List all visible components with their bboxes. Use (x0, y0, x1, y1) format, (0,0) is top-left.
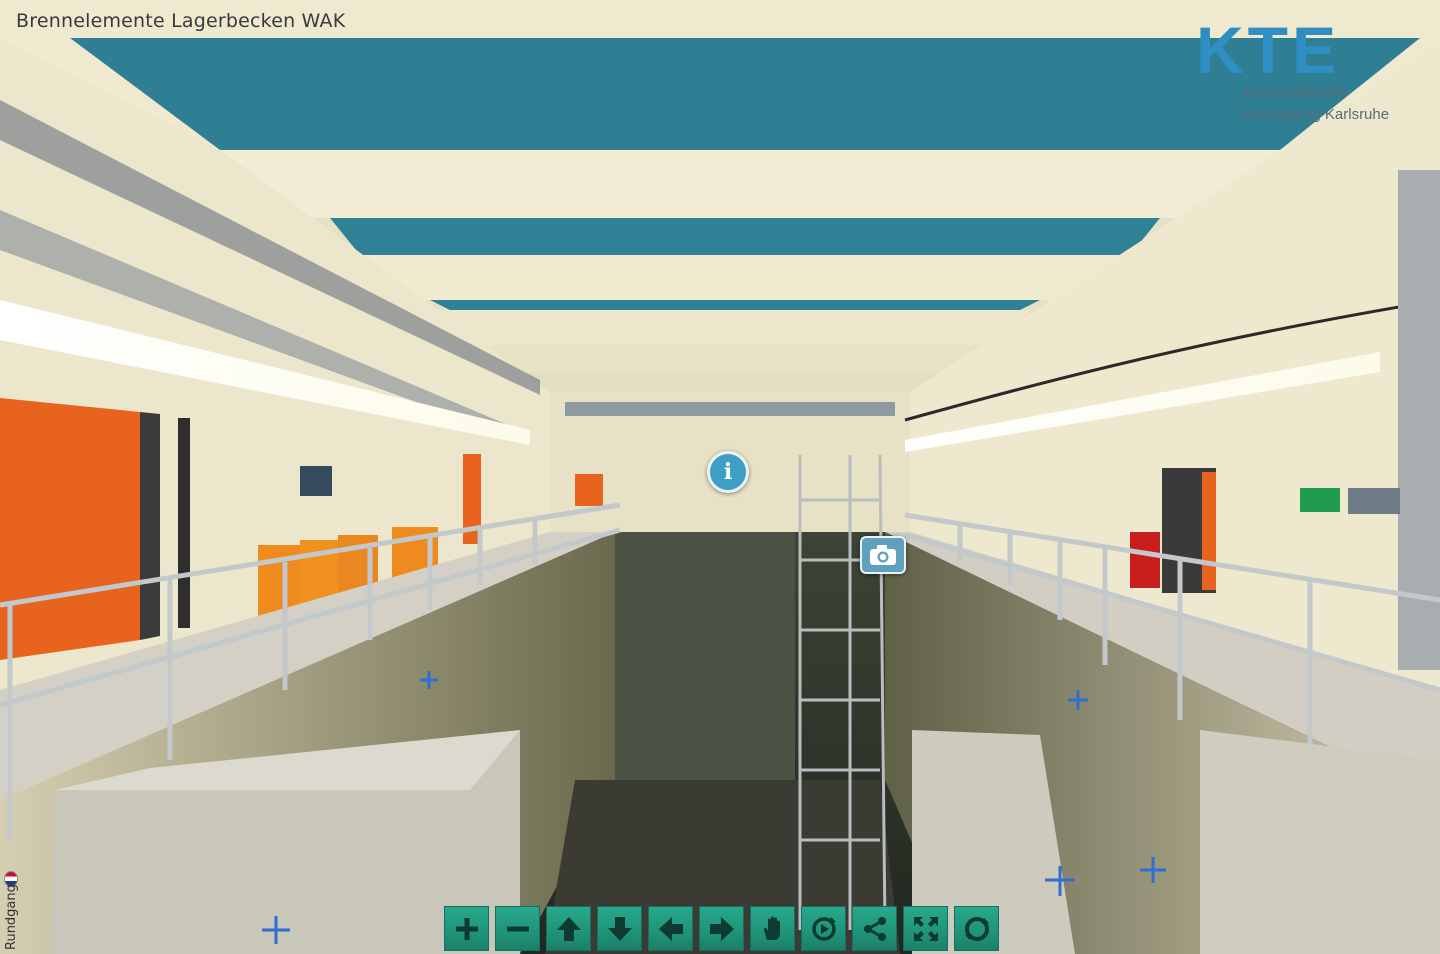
move-down-button[interactable] (597, 906, 642, 951)
tour-title: Brennelemente Lagerbecken WAK (16, 10, 346, 32)
arrow-left-icon (658, 916, 683, 941)
share-button[interactable] (852, 906, 897, 951)
kte-logo-line1: Kerntechnische (1244, 84, 1348, 101)
ceiling-beam (220, 150, 1280, 218)
autorotate-button[interactable] (801, 906, 846, 951)
camera-hotspot[interactable] (860, 536, 906, 574)
hand-icon (763, 916, 780, 940)
pool-back-wall (615, 532, 795, 780)
electrical-box (1348, 488, 1400, 514)
kte-logo-line2: Entsorgung Karlsruhe (1244, 106, 1390, 123)
door-frame (140, 412, 160, 640)
camera-icon (870, 545, 896, 565)
move-right-button[interactable] (699, 906, 744, 951)
tour-side-label[interactable]: Rundgang (4, 884, 19, 950)
share-icon (863, 916, 886, 941)
zoom-out-icon (506, 926, 529, 931)
circle-icon (964, 916, 989, 941)
ceiling-beam (480, 345, 990, 372)
fullscreen-button[interactable] (903, 906, 948, 951)
move-left-button[interactable] (648, 906, 693, 951)
door-frame (178, 418, 190, 628)
info-icon: i (723, 459, 733, 485)
ceiling-beam (440, 310, 1030, 345)
orange-door (0, 398, 140, 660)
fire-extinguisher (1130, 532, 1160, 588)
arrow-up-icon (556, 916, 581, 941)
zoom-in-button[interactable] (444, 906, 489, 951)
ceiling-beam (360, 255, 1130, 300)
end-door (575, 474, 603, 506)
ventilation-duct (565, 402, 895, 416)
move-up-button[interactable] (546, 906, 591, 951)
autorotate-icon (811, 916, 836, 941)
ceiling-panel (330, 218, 1160, 255)
arrow-down-icon (607, 916, 632, 941)
fullscreen-icon (913, 916, 938, 941)
circle-button[interactable] (954, 906, 999, 951)
exit-sign (1300, 488, 1340, 512)
orange-door (1202, 472, 1216, 590)
picture-frame (300, 466, 332, 496)
drag-mode-button[interactable] (750, 906, 795, 951)
ceiling-beam (520, 372, 950, 392)
zoom-out-button[interactable] (495, 906, 540, 951)
zoom-in-icon (455, 917, 478, 940)
info-hotspot[interactable]: i (707, 451, 749, 493)
kte-logo-mark: KTE (1196, 13, 1340, 87)
ceiling-panel (430, 300, 1040, 310)
kte-logo: KTE Kerntechnische Entsorgung Karlsruhe (1196, 13, 1426, 126)
arrow-right-icon (709, 916, 734, 941)
navigation-toolbar (444, 906, 999, 952)
concrete-block-right (1200, 730, 1440, 954)
